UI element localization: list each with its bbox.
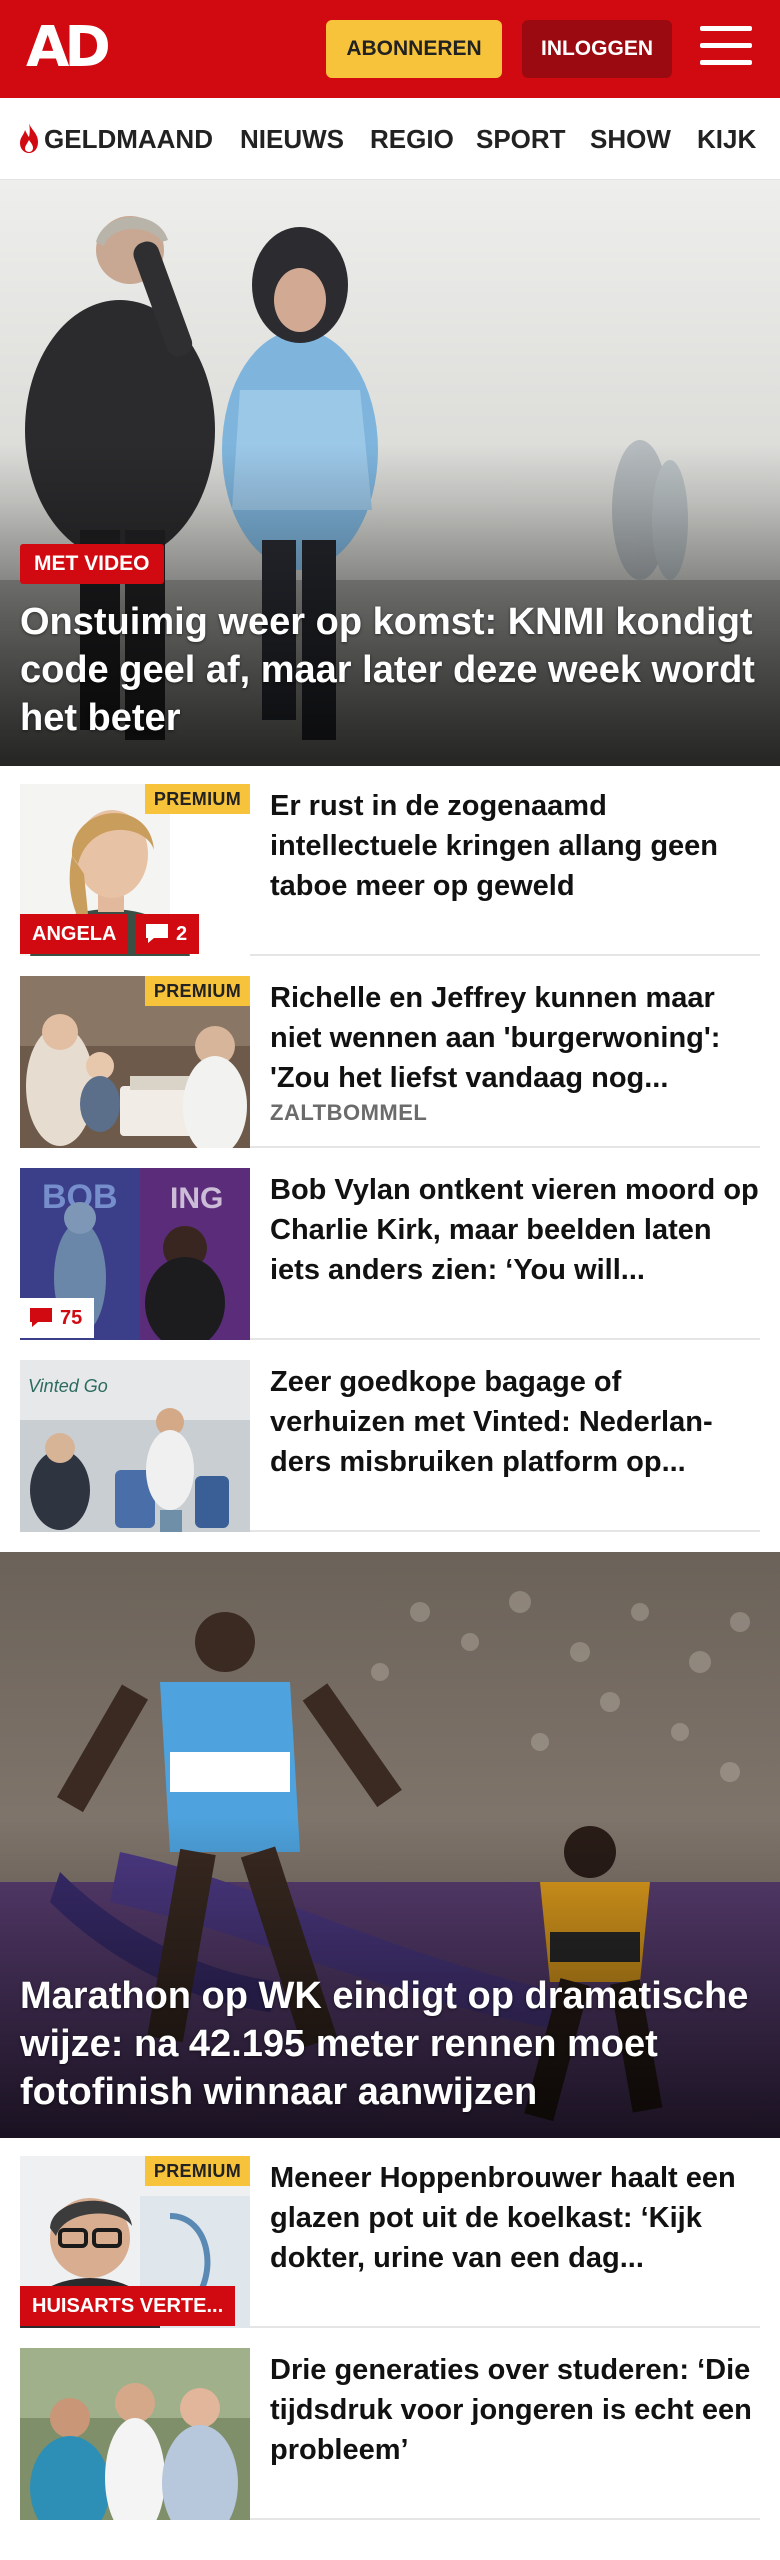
nav-item-label: GELDMAAND bbox=[44, 124, 213, 154]
hero-article-marathon[interactable]: Marathon op WK eindigt op dramati­sche w… bbox=[0, 1552, 780, 2138]
hero-article-weather[interactable]: MET VIDEO Onstuimig weer op komst: KNMI … bbox=[0, 180, 780, 766]
article-title[interactable]: Zeer goedkope bagage of verhuizen met Vi… bbox=[270, 1362, 760, 1482]
article-thumbnail bbox=[20, 2348, 250, 2520]
svg-text:Vinted Go: Vinted Go bbox=[28, 1376, 108, 1396]
nav-item-show[interactable]: SHOW bbox=[590, 98, 671, 179]
nav-item-nieuws[interactable]: NIEUWS bbox=[240, 98, 344, 179]
nav-item-kijk[interactable]: KIJK bbox=[697, 98, 756, 179]
article-title[interactable]: Meneer Hoppenbrouwer haalt een glazen po… bbox=[270, 2158, 760, 2278]
hero-title[interactable]: Marathon op WK eindigt op dramati­sche w… bbox=[20, 1972, 760, 2116]
subscribe-button[interactable]: ABONNEREN bbox=[326, 20, 502, 78]
premium-badge: PREMIUM bbox=[144, 2156, 250, 2186]
article-item[interactable]: PREMIUM HUISARTS VERTE... Meneer Hoppenb… bbox=[20, 2156, 760, 2328]
flame-icon bbox=[20, 123, 38, 154]
article-item[interactable]: PREMIUM Richelle en Jeffrey kunnen maar … bbox=[20, 976, 760, 1148]
hamburger-menu-icon[interactable] bbox=[700, 26, 752, 72]
comment-count[interactable]: 2 bbox=[136, 914, 200, 954]
article-title[interactable]: Er rust in de zogenaamd intellectuele kr… bbox=[270, 786, 760, 906]
comment-bubble-icon bbox=[30, 1308, 52, 1328]
column-tag: HUISARTS VERTE... bbox=[20, 2286, 236, 2326]
login-button[interactable]: INLOGGEN bbox=[522, 20, 672, 78]
article-title[interactable]: Drie generaties over studeren: ‘Die tijd… bbox=[270, 2350, 760, 2470]
article-item[interactable]: BOB ING 75 Bob Vylan ontkent vieren moor… bbox=[20, 1168, 760, 1340]
nav-item-sport[interactable]: SPORT bbox=[476, 98, 566, 179]
comment-bubble-icon bbox=[146, 924, 168, 944]
section-nav: GELDMAAND NIEUWS REGIO SPORT SHOW KIJK bbox=[0, 98, 780, 180]
article-title[interactable]: Richelle en Jeffrey kunnen maar niet wen… bbox=[270, 978, 760, 1098]
svg-text:ING: ING bbox=[170, 1182, 223, 1215]
hero-title[interactable]: Onstuimig weer op komst: KNMI kondigt co… bbox=[20, 598, 760, 742]
premium-badge: PREMIUM bbox=[144, 976, 250, 1006]
top-header: AD ABONNEREN INLOGGEN bbox=[0, 0, 780, 98]
ad-logo[interactable]: AD bbox=[26, 18, 114, 78]
nav-item-regio[interactable]: REGIO bbox=[370, 98, 454, 179]
article-item[interactable]: Vinted Go Zeer goedkope bagage of verhui… bbox=[20, 1360, 760, 1532]
comment-count[interactable]: 75 bbox=[20, 1298, 95, 1338]
article-title[interactable]: Bob Vylan ontkent vieren moord op Charli… bbox=[270, 1170, 760, 1290]
article-location: ZALTBOMMEL bbox=[270, 1100, 428, 1125]
article-thumbnail: Vinted Go bbox=[20, 1360, 250, 1532]
author-tag: ANGELA bbox=[20, 914, 129, 954]
article-item[interactable]: PREMIUM ANGELA 2 Er rust in de zogenaamd… bbox=[20, 784, 760, 956]
video-badge: MET VIDEO bbox=[20, 544, 164, 584]
premium-badge: PREMIUM bbox=[144, 784, 250, 814]
nav-item-geldmaand[interactable]: GELDMAAND bbox=[16, 98, 213, 179]
article-item[interactable]: Drie generaties over studeren: ‘Die tijd… bbox=[20, 2348, 760, 2520]
